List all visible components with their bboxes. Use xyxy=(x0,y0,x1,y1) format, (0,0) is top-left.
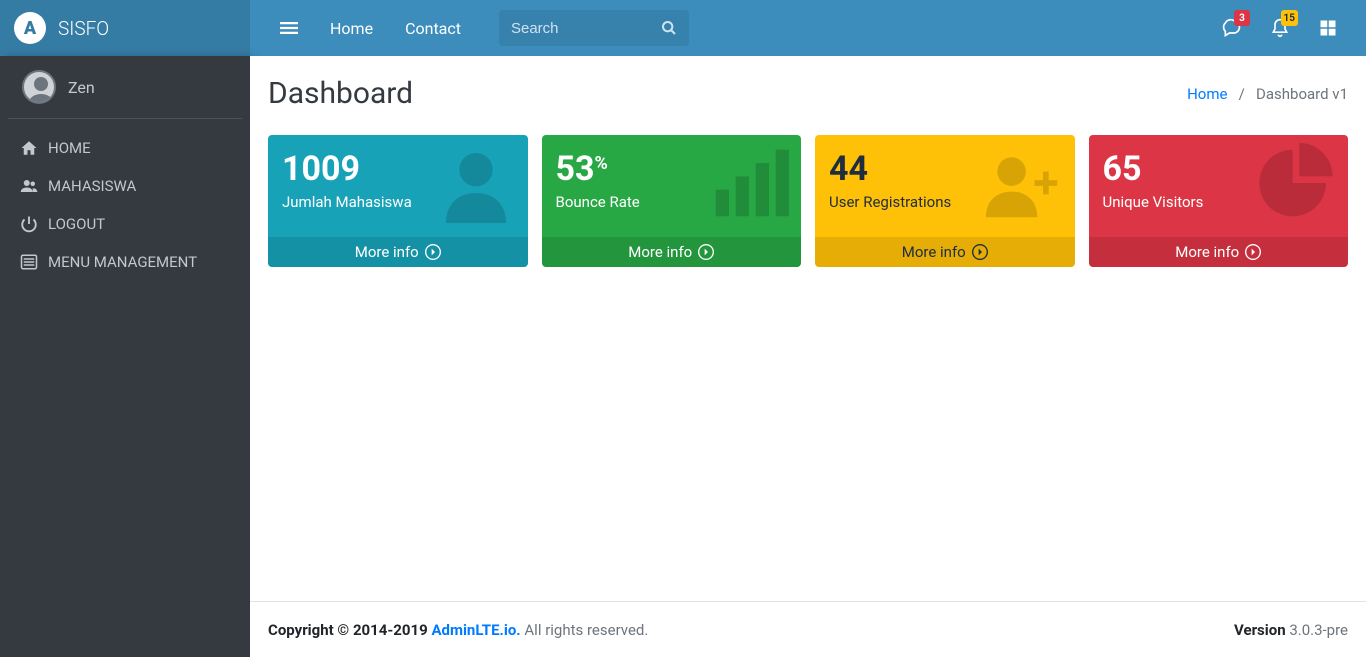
version-label: Version xyxy=(1234,621,1286,639)
stat-inner: 53% Bounce Rate xyxy=(542,135,802,237)
users-icon xyxy=(20,177,38,195)
navbar-left: Home Contact xyxy=(266,0,689,56)
stat-box-bounce-rate: 53% Bounce Rate More info xyxy=(542,135,802,267)
pie-chart-icon xyxy=(1256,143,1336,223)
more-info-label: More info xyxy=(902,243,966,261)
version-value: 3.0.3-pre xyxy=(1286,621,1348,639)
brand-text: SISFO xyxy=(58,17,109,40)
search-form xyxy=(499,10,689,46)
search-button[interactable] xyxy=(649,10,689,46)
stat-box-user-registrations: 44 User Registrations More info xyxy=(815,135,1075,267)
person-add-icon xyxy=(983,143,1063,223)
arrow-circle-right-icon xyxy=(972,244,988,260)
nav-link-label: Contact xyxy=(405,19,461,38)
footer-left: Copyright © 2014-2019 AdminLTE.io. All r… xyxy=(268,621,648,639)
stat-box-unique-visitors: 65 Unique Visitors More info xyxy=(1089,135,1349,267)
brand-logo: A xyxy=(14,12,46,44)
arrow-circle-right-icon xyxy=(698,244,714,260)
footer-version: Version 3.0.3-pre xyxy=(1234,621,1348,639)
arrow-circle-right-icon xyxy=(1245,244,1261,260)
bars-icon xyxy=(280,19,298,37)
sidebar-menu: HOME MAHASISWA LOGOUT MENU MANAGEMENT xyxy=(0,119,250,291)
sidebar-item-logout[interactable]: LOGOUT xyxy=(6,205,244,243)
more-info-label: More info xyxy=(355,243,419,261)
content-wrapper: Dashboard Home / Dashboard v1 1009 Jumla… xyxy=(250,56,1366,601)
stat-box-jumlah-mahasiswa: 1009 Jumlah Mahasiswa More info xyxy=(268,135,528,267)
sidebar-item-home[interactable]: HOME xyxy=(6,129,244,167)
avatar xyxy=(22,70,56,104)
comments-badge: 3 xyxy=(1234,10,1250,26)
nav-notifications[interactable]: 15 xyxy=(1258,0,1302,56)
sidebar-item-menu-management[interactable]: MENU MANAGEMENT xyxy=(6,243,244,281)
notifications-badge: 15 xyxy=(1281,10,1298,26)
sidebar-toggle[interactable] xyxy=(266,0,312,56)
list-icon xyxy=(20,253,38,271)
more-info-link[interactable]: More info xyxy=(1089,237,1349,267)
main-sidebar: Zen HOME MAHASISWA LOGOUT MENU MANAGEMEN… xyxy=(0,56,250,657)
stat-inner: 65 Unique Visitors xyxy=(1089,135,1349,237)
more-info-link[interactable]: More info xyxy=(542,237,802,267)
sidebar-item-mahasiswa[interactable]: MAHASISWA xyxy=(6,167,244,205)
page-title: Dashboard xyxy=(268,76,1187,111)
stat-inner: 44 User Registrations xyxy=(815,135,1075,237)
copyright-text: Copyright © 2014-2019 xyxy=(268,621,431,639)
main-footer: Copyright © 2014-2019 AdminLTE.io. All r… xyxy=(250,601,1366,657)
nav-grid[interactable] xyxy=(1306,0,1350,56)
user-panel[interactable]: Zen xyxy=(8,56,242,119)
stat-row: 1009 Jumlah Mahasiswa More info 53% Boun… xyxy=(250,121,1366,281)
more-info-label: More info xyxy=(1175,243,1239,261)
breadcrumb-home[interactable]: Home xyxy=(1187,85,1227,103)
breadcrumb: Home / Dashboard v1 xyxy=(1187,85,1348,103)
top-navbar: Home Contact 3 15 xyxy=(250,0,1366,56)
navbar-right: 3 15 xyxy=(1210,0,1350,56)
home-icon xyxy=(20,139,38,157)
nav-link-label: Home xyxy=(330,19,373,38)
footer-suffix: All rights reserved. xyxy=(524,621,648,639)
more-info-link[interactable]: More info xyxy=(268,237,528,267)
search-icon xyxy=(661,20,677,36)
sidebar-item-label: MENU MANAGEMENT xyxy=(48,253,197,271)
breadcrumb-current: Dashboard v1 xyxy=(1256,85,1348,103)
nav-link-home[interactable]: Home xyxy=(316,0,387,56)
breadcrumb-sep: / xyxy=(1231,85,1252,103)
person-icon xyxy=(436,143,516,223)
more-info-label: More info xyxy=(628,243,692,261)
footer-link[interactable]: AdminLTE.io. xyxy=(431,621,520,639)
stats-bars-icon xyxy=(709,143,789,223)
stat-inner: 1009 Jumlah Mahasiswa xyxy=(268,135,528,237)
sidebar-item-label: LOGOUT xyxy=(48,215,105,233)
user-name: Zen xyxy=(68,78,95,97)
power-icon xyxy=(20,215,38,233)
search-input[interactable] xyxy=(499,12,649,45)
more-info-link[interactable]: More info xyxy=(815,237,1075,267)
content-header: Dashboard Home / Dashboard v1 xyxy=(250,56,1366,121)
brand-logo-glyph: A xyxy=(24,18,36,39)
brand-link[interactable]: A SISFO xyxy=(0,0,250,56)
nav-comments[interactable]: 3 xyxy=(1210,0,1254,56)
sidebar-item-label: HOME xyxy=(48,139,91,157)
sidebar-item-label: MAHASISWA xyxy=(48,177,136,195)
grid-icon xyxy=(1319,19,1337,37)
nav-link-contact[interactable]: Contact xyxy=(391,0,475,56)
arrow-circle-right-icon xyxy=(425,244,441,260)
